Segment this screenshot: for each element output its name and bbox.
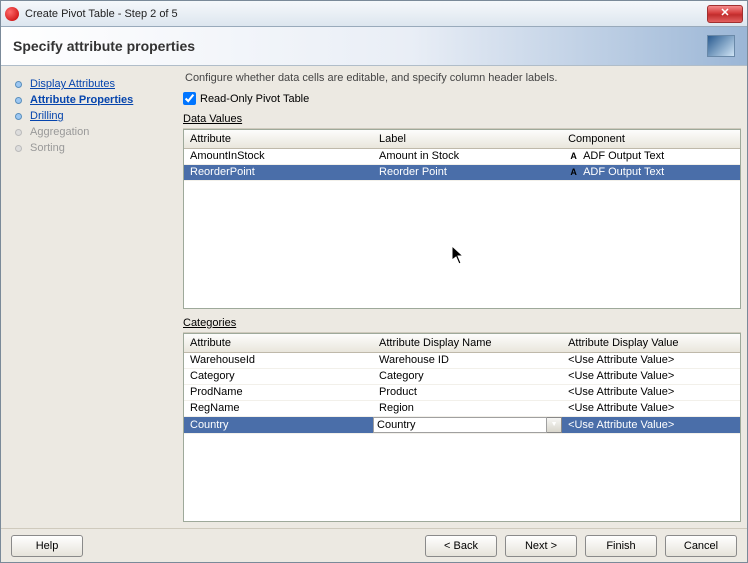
nav-label: Display Attributes [30, 78, 115, 90]
cell-display-value[interactable]: <Use Attribute Value> [562, 400, 740, 416]
wizard-header: Specify attribute properties [1, 27, 747, 66]
cell-attribute[interactable]: WarehouseId [184, 352, 373, 368]
header-ornament-icon [707, 35, 735, 57]
dropdown-icon[interactable]: ▼ [547, 417, 562, 433]
table-row[interactable]: CountryCountry▼<Use Attribute Value> [184, 416, 740, 433]
readonly-row: Read-Only Pivot Table [183, 90, 741, 111]
readonly-label: Read-Only Pivot Table [200, 93, 309, 105]
cell-attribute[interactable]: Country [184, 416, 373, 433]
table-row[interactable]: ReorderPointReorder Point A ADF Output Tex… [184, 164, 740, 180]
main-area: Display Attributes Attribute Properties … [1, 66, 747, 528]
nav-label: Attribute Properties [30, 94, 133, 106]
text-a-icon: A [568, 167, 579, 178]
nav-item-display-attributes[interactable]: Display Attributes [9, 76, 175, 92]
display-name-input[interactable]: Country [373, 417, 547, 433]
data-values-pane: Attribute Label Component AmountInStockA… [183, 129, 741, 309]
col-display-value[interactable]: Attribute Display Value [562, 334, 740, 352]
table-header-row: Attribute Attribute Display Name Attribu… [184, 334, 740, 352]
window-title: Create Pivot Table - Step 2 of 5 [25, 8, 707, 20]
readonly-checkbox[interactable] [183, 92, 196, 105]
nav-bullet-icon [15, 129, 22, 136]
wizard-nav: Display Attributes Attribute Properties … [7, 72, 177, 522]
nav-bullet-icon [15, 145, 22, 152]
categories-table[interactable]: Attribute Attribute Display Name Attribu… [184, 334, 740, 434]
nav-item-sorting: Sorting [9, 140, 175, 156]
nav-bullet-icon [15, 113, 22, 120]
cell-display-value[interactable]: <Use Attribute Value> [562, 384, 740, 400]
cell-attribute[interactable]: AmountInStock [184, 148, 373, 164]
nav-bullet-icon [15, 97, 22, 104]
col-component[interactable]: Component [562, 130, 740, 148]
component-label: ADF Output Text [583, 150, 664, 162]
cell-label[interactable]: Amount in Stock [373, 148, 562, 164]
nav-bullet-icon [15, 81, 22, 88]
cell-display-name[interactable]: Product [373, 384, 562, 400]
cell-attribute[interactable]: ProdName [184, 384, 373, 400]
nav-label: Sorting [30, 142, 65, 154]
cell-component[interactable]: A ADF Output Text [562, 148, 740, 164]
col-display-name[interactable]: Attribute Display Name [373, 334, 562, 352]
cell-display-value[interactable]: <Use Attribute Value> [562, 416, 740, 433]
nav-item-drilling[interactable]: Drilling [9, 108, 175, 124]
cell-display-name[interactable]: Region [373, 400, 562, 416]
cell-display-name[interactable]: Category [373, 368, 562, 384]
next-button[interactable]: Next > [505, 535, 577, 557]
categories-label: Categories [183, 315, 741, 333]
table-row[interactable]: ProdNameProduct<Use Attribute Value> [184, 384, 740, 400]
back-button[interactable]: < Back [425, 535, 497, 557]
nav-item-attribute-properties[interactable]: Attribute Properties [9, 92, 175, 108]
cell-display-value[interactable]: <Use Attribute Value> [562, 368, 740, 384]
table-header-row: Attribute Label Component [184, 130, 740, 148]
table-row[interactable]: WarehouseIdWarehouse ID<Use Attribute Va… [184, 352, 740, 368]
help-button[interactable]: Help [11, 535, 83, 557]
text-a-icon: A [568, 151, 579, 162]
nav-label: Drilling [30, 110, 64, 122]
titlebar: Create Pivot Table - Step 2 of 5 ✕ [1, 1, 747, 27]
app-icon [5, 7, 19, 21]
col-attribute[interactable]: Attribute [184, 334, 373, 352]
table-row[interactable]: CategoryCategory<Use Attribute Value> [184, 368, 740, 384]
component-label: ADF Output Text [583, 166, 664, 178]
cell-label[interactable]: Reorder Point [373, 164, 562, 180]
cell-attribute[interactable]: ReorderPoint [184, 164, 373, 180]
table-row[interactable]: AmountInStockAmount in Stock A ADF Output … [184, 148, 740, 164]
page-title: Specify attribute properties [13, 38, 195, 54]
data-values-label: Data Values [183, 111, 741, 129]
nav-label: Aggregation [30, 126, 89, 138]
wizard-footer: Help < Back Next > Finish Cancel [1, 528, 747, 562]
categories-pane: Attribute Attribute Display Name Attribu… [183, 333, 741, 522]
cell-display-value[interactable]: <Use Attribute Value> [562, 352, 740, 368]
content-pane: Configure whether data cells are editabl… [183, 72, 741, 522]
cancel-button[interactable]: Cancel [665, 535, 737, 557]
cell-component[interactable]: A ADF Output Text [562, 164, 740, 180]
data-values-table[interactable]: Attribute Label Component AmountInStockA… [184, 130, 740, 181]
cell-display-name[interactable]: Warehouse ID [373, 352, 562, 368]
cell-attribute[interactable]: RegName [184, 400, 373, 416]
instruction-text: Configure whether data cells are editabl… [183, 72, 741, 90]
finish-button[interactable]: Finish [585, 535, 657, 557]
nav-item-aggregation: Aggregation [9, 124, 175, 140]
cell-display-name[interactable]: Country▼ [373, 416, 562, 433]
close-icon: ✕ [720, 8, 729, 19]
close-button[interactable]: ✕ [707, 5, 743, 23]
cell-attribute[interactable]: Category [184, 368, 373, 384]
table-row[interactable]: RegNameRegion<Use Attribute Value> [184, 400, 740, 416]
col-label[interactable]: Label [373, 130, 562, 148]
col-attribute[interactable]: Attribute [184, 130, 373, 148]
